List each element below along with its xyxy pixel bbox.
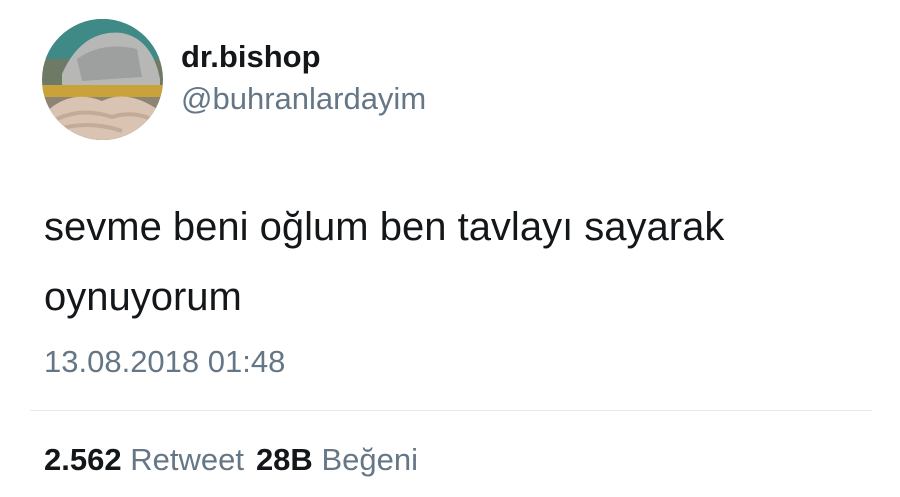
likes-count: 28B	[255, 442, 313, 477]
divider	[30, 410, 872, 411]
likes-label: Beğeni	[321, 442, 418, 477]
retweets-count: 2.562	[44, 442, 122, 477]
tweet-stats: 2.562 Retweet 28B Beğeni	[44, 440, 418, 480]
user-handle[interactable]: @buhranlardayim	[181, 80, 426, 118]
tweet-text: sevme beni oğlum ben tavlayı sayarak oyn…	[44, 205, 725, 319]
profile-photo-icon	[42, 19, 163, 140]
display-name[interactable]: dr.bishop	[181, 38, 321, 76]
avatar[interactable]	[42, 19, 163, 140]
retweets-label: Retweet	[130, 442, 244, 477]
tweet-timestamp[interactable]: 13.08.2018 01:48	[44, 342, 285, 382]
tweet-card: dr.bishop @buhranlardayim sevme beni oğl…	[0, 0, 900, 497]
retweets-stat[interactable]: 2.562 Retweet	[44, 442, 244, 477]
likes-stat[interactable]: 28B Beğeni	[256, 442, 418, 477]
